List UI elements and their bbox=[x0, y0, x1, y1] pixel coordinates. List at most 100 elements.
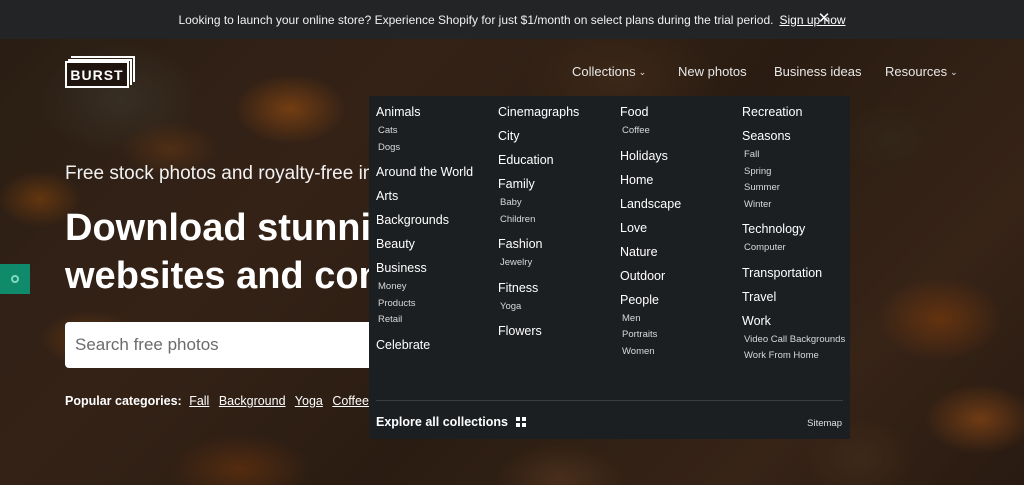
collection-link[interactable]: Landscape bbox=[620, 196, 681, 212]
search-input[interactable] bbox=[75, 335, 365, 355]
collection-link[interactable]: Family bbox=[498, 176, 579, 192]
collection-group: People Men Portraits Women bbox=[620, 292, 681, 361]
collection-link[interactable]: Animals bbox=[376, 104, 473, 120]
collection-link[interactable]: Work bbox=[742, 313, 845, 329]
headline-line-1: Download stunning bbox=[65, 207, 375, 249]
collection-group: Education bbox=[498, 152, 579, 168]
subcollection-link[interactable]: Video Call Backgrounds bbox=[742, 332, 845, 349]
collection-link[interactable]: Fitness bbox=[498, 280, 579, 296]
collection-link[interactable]: Technology bbox=[742, 221, 845, 237]
popular-link-yoga[interactable]: Yoga bbox=[295, 394, 323, 408]
circle-icon bbox=[11, 275, 19, 283]
collection-link[interactable]: People bbox=[620, 292, 681, 308]
subcollection-link[interactable]: Products bbox=[376, 296, 473, 313]
collection-link[interactable]: Nature bbox=[620, 244, 681, 260]
collection-link[interactable]: Food bbox=[620, 104, 681, 120]
subcollection-link[interactable]: Portraits bbox=[620, 327, 681, 344]
popular-link-coffee[interactable]: Coffee bbox=[332, 394, 369, 408]
close-icon[interactable]: ✕ bbox=[816, 11, 832, 27]
subcollection-link[interactable]: Work From Home bbox=[742, 348, 845, 365]
collection-link[interactable]: Transportation bbox=[742, 265, 845, 281]
subcollection-link[interactable]: Computer bbox=[742, 240, 845, 257]
popular-link-fall[interactable]: Fall bbox=[189, 394, 209, 408]
subcollection-link[interactable]: Summer bbox=[742, 180, 845, 197]
collection-group: Beauty bbox=[376, 236, 473, 252]
subcollection-link[interactable]: Cats bbox=[376, 123, 473, 140]
nav-resources[interactable]: Resources ⌄ bbox=[885, 64, 958, 79]
nav-business-ideas[interactable]: Business ideas bbox=[774, 64, 861, 79]
collection-link[interactable]: Flowers bbox=[498, 323, 579, 339]
nav-resources-label: Resources bbox=[885, 64, 948, 79]
hero-headline: Download stunning websites and commercia… bbox=[65, 204, 375, 300]
collection-group: Travel bbox=[742, 289, 845, 305]
subcollection-link[interactable]: Women bbox=[620, 344, 681, 361]
subcollection-link[interactable]: Spring bbox=[742, 164, 845, 181]
burst-logo[interactable]: BURST bbox=[65, 56, 135, 88]
collection-link[interactable]: Business bbox=[376, 260, 473, 276]
grid-icon bbox=[516, 417, 526, 427]
collection-group: Nature bbox=[620, 244, 681, 260]
subcollection-link[interactable]: Men bbox=[620, 311, 681, 328]
collection-group: Love bbox=[620, 220, 681, 236]
collection-link[interactable]: Home bbox=[620, 172, 681, 188]
collection-link[interactable]: Backgrounds bbox=[376, 212, 473, 228]
collection-link[interactable]: Arts bbox=[376, 188, 473, 204]
collection-link[interactable]: Outdoor bbox=[620, 268, 681, 284]
collection-link[interactable]: Recreation bbox=[742, 104, 845, 120]
subcollection-link[interactable]: Coffee bbox=[620, 123, 681, 140]
sign-up-link[interactable]: Sign up now bbox=[779, 13, 845, 27]
collection-group: Around the World bbox=[376, 164, 473, 180]
collection-group: Seasons Fall Spring Summer Winter bbox=[742, 128, 845, 213]
collection-link[interactable]: Love bbox=[620, 220, 681, 236]
subcollection-link[interactable]: Yoga bbox=[498, 299, 579, 316]
explore-all-collections-link[interactable]: Explore all collections bbox=[376, 415, 526, 429]
collection-group: Celebrate bbox=[376, 337, 473, 353]
nav-new-photos[interactable]: New photos bbox=[678, 64, 747, 79]
collection-group: City bbox=[498, 128, 579, 144]
subcollection-link[interactable]: Jewelry bbox=[498, 255, 579, 272]
collection-group: Fashion Jewelry bbox=[498, 236, 579, 272]
collection-group: Technology Computer bbox=[742, 221, 845, 257]
collection-group: Work Video Call Backgrounds Work From Home bbox=[742, 313, 845, 365]
collection-link[interactable]: Cinemagraphs bbox=[498, 104, 579, 120]
collection-group: Outdoor bbox=[620, 268, 681, 284]
chevron-down-icon: ⌄ bbox=[950, 67, 958, 77]
collection-group: Holidays bbox=[620, 148, 681, 164]
collections-column-2: Cinemagraphs City Education Family Baby Child… bbox=[498, 104, 579, 347]
sitemap-link[interactable]: Sitemap bbox=[807, 418, 842, 429]
collection-link[interactable]: Around the World bbox=[376, 164, 473, 180]
collections-column-3: Food Coffee Holidays Home Landscape Love Natur… bbox=[620, 104, 681, 368]
collections-column-1: Animals Cats Dogs Around the World Arts Backg… bbox=[376, 104, 473, 361]
logo-text: BURST bbox=[65, 61, 129, 88]
collection-link[interactable]: Celebrate bbox=[376, 337, 473, 353]
popular-link-background[interactable]: Background bbox=[219, 394, 286, 408]
subcollection-link[interactable]: Winter bbox=[742, 197, 845, 214]
collection-group: Fitness Yoga bbox=[498, 280, 579, 316]
popular-categories-label: Popular categories: bbox=[65, 394, 182, 408]
subcollection-link[interactable]: Fall bbox=[742, 147, 845, 164]
collection-link[interactable]: Holidays bbox=[620, 148, 681, 164]
subcollection-link[interactable]: Retail bbox=[376, 312, 473, 329]
collection-link[interactable]: Seasons bbox=[742, 128, 845, 144]
collection-group: Animals Cats Dogs bbox=[376, 104, 473, 156]
collection-group: Landscape bbox=[620, 196, 681, 212]
collection-link[interactable]: Travel bbox=[742, 289, 845, 305]
nav-business-ideas-label: Business ideas bbox=[774, 64, 862, 79]
collection-link[interactable]: Beauty bbox=[376, 236, 473, 252]
collection-group: Backgrounds bbox=[376, 212, 473, 228]
collection-group: Cinemagraphs bbox=[498, 104, 579, 120]
subcollection-link[interactable]: Children bbox=[498, 212, 579, 229]
collection-link[interactable]: Fashion bbox=[498, 236, 579, 252]
subcollection-link[interactable]: Baby bbox=[498, 195, 579, 212]
explore-label: Explore all collections bbox=[376, 415, 508, 429]
collection-link[interactable]: City bbox=[498, 128, 579, 144]
collections-column-4: Recreation Seasons Fall Spring Summer Winter T… bbox=[742, 104, 845, 373]
nav-collections-label: Collections bbox=[572, 64, 636, 79]
nav-collections[interactable]: Collections ⌄ bbox=[572, 64, 646, 79]
subcollection-link[interactable]: Dogs bbox=[376, 140, 473, 157]
subcollection-link[interactable]: Money bbox=[376, 279, 473, 296]
collection-link[interactable]: Education bbox=[498, 152, 579, 168]
collection-group: Arts bbox=[376, 188, 473, 204]
nav-new-photos-label: New photos bbox=[678, 64, 747, 79]
feedback-tab[interactable] bbox=[0, 264, 30, 294]
